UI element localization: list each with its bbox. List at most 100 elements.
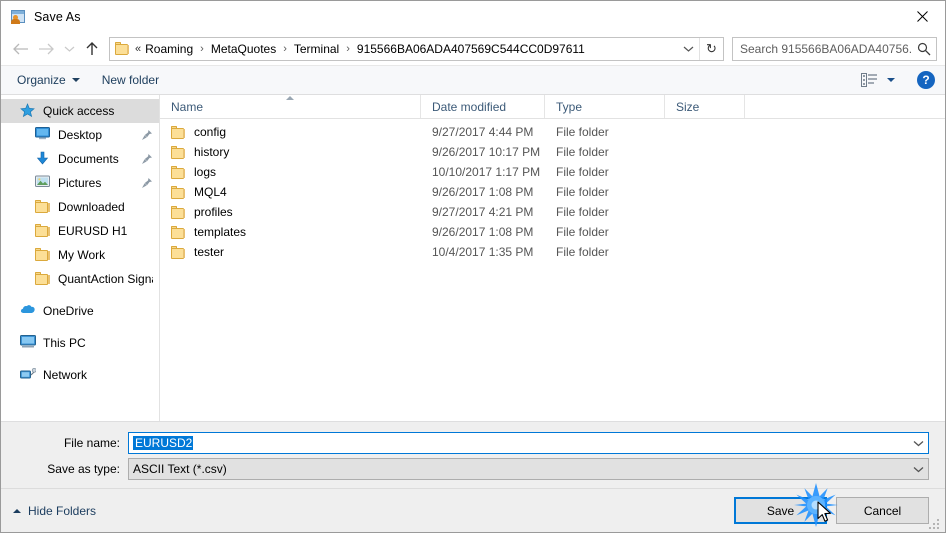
sidebar-item-label: EURUSD H1 bbox=[58, 224, 128, 238]
column-header-name[interactable]: Name bbox=[160, 95, 421, 118]
recent-locations-chevron-icon[interactable] bbox=[59, 36, 79, 62]
save-as-type-select[interactable]: ASCII Text (*.csv) bbox=[128, 458, 929, 480]
folder-icon bbox=[115, 42, 130, 55]
file-name-cell: profiles bbox=[160, 205, 421, 219]
resize-grip-icon[interactable] bbox=[929, 517, 941, 529]
column-headers: Name Date modified Type Size bbox=[160, 95, 945, 119]
search-placeholder: Search 915566BA06ADA40756... bbox=[740, 41, 912, 56]
file-name: history bbox=[194, 145, 230, 159]
close-icon[interactable] bbox=[899, 1, 945, 31]
forward-arrow-icon[interactable] bbox=[33, 36, 59, 62]
pin-icon[interactable] bbox=[141, 153, 153, 165]
navigation-bar: « Roaming › MetaQuotes › Terminal › 9155… bbox=[1, 32, 945, 65]
sidebar-item-onedrive[interactable]: OneDrive bbox=[1, 299, 159, 323]
title-bar: Save As bbox=[1, 1, 945, 32]
sidebar-item-downloaded[interactable]: Downloaded bbox=[1, 195, 159, 219]
folder-icon bbox=[171, 145, 186, 159]
sidebar-item-quick-access[interactable]: Quick access bbox=[1, 99, 159, 123]
cancel-button[interactable]: Cancel bbox=[836, 497, 929, 524]
column-header-size[interactable]: Size bbox=[665, 95, 745, 118]
breadcrumb-overflow-icon[interactable]: « bbox=[134, 43, 143, 55]
sidebar-item-quantaction-signal[interactable]: QuantAction Signal bbox=[1, 267, 159, 291]
folder-icon bbox=[35, 223, 51, 240]
sidebar-item-label: My Work bbox=[58, 248, 106, 262]
help-icon[interactable]: ? bbox=[917, 71, 935, 89]
table-row[interactable]: templates 9/26/2017 1:08 PM File folder bbox=[160, 222, 945, 242]
new-folder-label: New folder bbox=[101, 73, 160, 87]
chevron-down-icon[interactable] bbox=[887, 78, 895, 82]
organize-button[interactable]: Organize bbox=[17, 73, 80, 87]
file-date-cell: 10/4/2017 1:35 PM bbox=[432, 245, 534, 259]
sidebar-item-desktop[interactable]: Desktop bbox=[1, 123, 159, 147]
file-type-cell: File folder bbox=[556, 145, 609, 159]
table-row[interactable]: config 9/27/2017 4:44 PM File folder bbox=[160, 122, 945, 142]
table-row[interactable]: logs 10/10/2017 1:17 PM File folder bbox=[160, 162, 945, 182]
dialog-body: Quick access Desktop Documents Pictures … bbox=[1, 95, 945, 422]
breadcrumb-item-terminal[interactable]: Terminal bbox=[292, 42, 341, 56]
save-button[interactable]: Save bbox=[734, 497, 827, 524]
new-folder-button[interactable]: New folder bbox=[102, 73, 159, 87]
sidebar-item-label: Documents bbox=[58, 152, 119, 166]
address-bar[interactable]: « Roaming › MetaQuotes › Terminal › 9155… bbox=[109, 36, 724, 61]
file-name-cell: tester bbox=[160, 245, 421, 259]
up-arrow-icon[interactable] bbox=[79, 36, 105, 62]
organize-label: Organize bbox=[17, 73, 66, 87]
file-rows: config 9/27/2017 4:44 PM File folder his… bbox=[160, 119, 945, 421]
file-name-cell: history bbox=[160, 145, 421, 159]
file-name: templates bbox=[194, 225, 247, 239]
chevron-down-icon[interactable] bbox=[677, 38, 699, 60]
sidebar-item-documents[interactable]: Documents bbox=[1, 147, 159, 171]
file-name-text: EURUSD2 bbox=[133, 436, 194, 450]
column-header-label: Name bbox=[171, 99, 204, 114]
file-name-cell: logs bbox=[160, 165, 421, 179]
file-name-input[interactable]: EURUSD2 bbox=[128, 432, 929, 454]
file-type-cell: File folder bbox=[556, 125, 609, 139]
table-row[interactable]: history 9/26/2017 10:17 PM File folder bbox=[160, 142, 945, 162]
column-header-type[interactable]: Type bbox=[545, 95, 665, 118]
hide-folders-button[interactable]: Hide Folders bbox=[13, 504, 96, 518]
folder-icon bbox=[35, 199, 51, 216]
breadcrumb-separator: › bbox=[200, 42, 204, 55]
window-title: Save As bbox=[34, 9, 81, 24]
sidebar-item-this-pc[interactable]: This PC bbox=[1, 331, 159, 355]
breadcrumb-item-roaming[interactable]: Roaming bbox=[143, 42, 195, 56]
breadcrumb-item-metaquotes[interactable]: MetaQuotes bbox=[209, 42, 278, 56]
file-date-cell: 9/26/2017 10:17 PM bbox=[432, 145, 541, 159]
column-header-label: Size bbox=[676, 99, 700, 114]
sort-ascending-icon bbox=[286, 96, 294, 100]
file-type-cell: File folder bbox=[556, 245, 609, 259]
save-as-type-row: Save as type: ASCII Text (*.csv) bbox=[1, 458, 945, 480]
chevron-down-icon[interactable] bbox=[908, 440, 928, 447]
file-list-pane: Name Date modified Type Size config 9/27… bbox=[160, 95, 945, 421]
dialog-button-bar: Hide Folders Save Cancel bbox=[1, 489, 945, 532]
file-name: config bbox=[194, 125, 227, 139]
pin-icon[interactable] bbox=[141, 129, 153, 141]
refresh-icon[interactable]: ↻ bbox=[699, 37, 723, 60]
table-row[interactable]: MQL4 9/26/2017 1:08 PM File folder bbox=[160, 182, 945, 202]
documents-download-icon bbox=[35, 151, 51, 167]
sidebar-group-spacer bbox=[1, 291, 159, 299]
sidebar-item-label: Downloaded bbox=[58, 200, 125, 214]
chevron-up-icon bbox=[13, 508, 21, 513]
sidebar-item-pictures[interactable]: Pictures bbox=[1, 171, 159, 195]
sidebar-item-eurusd-h1[interactable]: EURUSD H1 bbox=[1, 219, 159, 243]
onedrive-cloud-icon bbox=[20, 303, 36, 319]
file-name: logs bbox=[194, 165, 217, 179]
network-icon bbox=[20, 367, 37, 383]
chevron-down-icon[interactable] bbox=[908, 466, 928, 473]
sidebar-item-my-work[interactable]: My Work bbox=[1, 243, 159, 267]
folder-icon bbox=[171, 185, 186, 199]
column-header-date-modified[interactable]: Date modified bbox=[421, 95, 545, 118]
table-row[interactable]: tester 10/4/2017 1:35 PM File folder bbox=[160, 242, 945, 262]
table-row[interactable]: profiles 9/27/2017 4:21 PM File folder bbox=[160, 202, 945, 222]
sidebar-item-label: Quick access bbox=[43, 104, 115, 118]
sidebar-item-network[interactable]: Network bbox=[1, 363, 159, 387]
search-icon[interactable] bbox=[912, 42, 936, 56]
command-bar: Organize New folder ? bbox=[1, 65, 945, 95]
breadcrumb: « Roaming › MetaQuotes › Terminal › 9155… bbox=[134, 42, 677, 56]
back-arrow-icon[interactable] bbox=[7, 36, 33, 62]
search-input[interactable]: Search 915566BA06ADA40756... bbox=[732, 36, 937, 61]
breadcrumb-item-terminal-id[interactable]: 915566BA06ADA407569C544CC0D97611 bbox=[355, 42, 587, 56]
view-options-icon[interactable] bbox=[859, 72, 879, 88]
pin-icon[interactable] bbox=[141, 177, 153, 189]
